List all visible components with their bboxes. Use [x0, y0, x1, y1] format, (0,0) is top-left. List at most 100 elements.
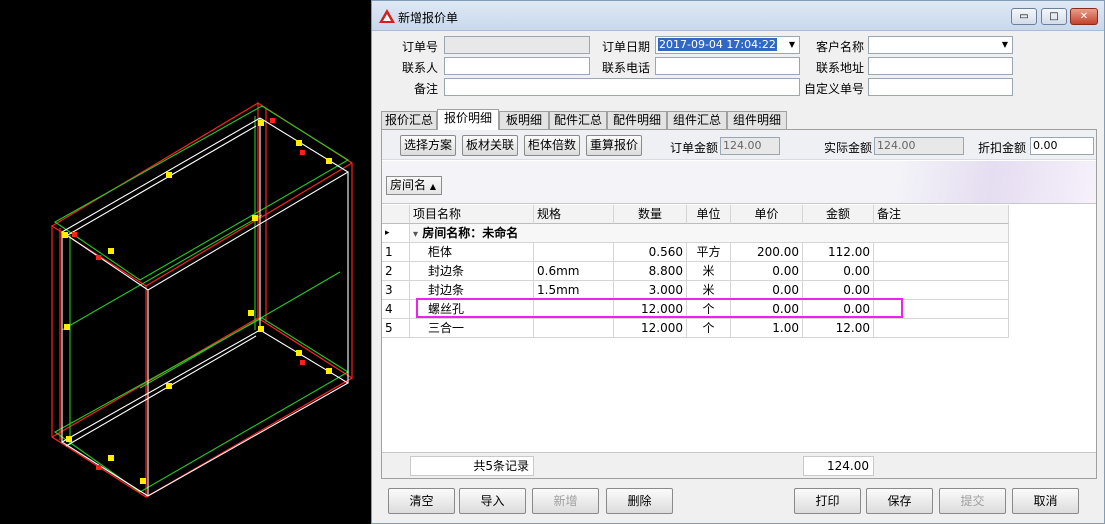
grid-header-spec[interactable]: 规格 [534, 205, 614, 224]
cell-unit[interactable]: 个 [687, 319, 731, 338]
order-date-picker[interactable]: 2017-09-04 17:04:22 ▼ [655, 36, 800, 54]
address-field[interactable] [868, 57, 1013, 75]
group-by-area: 房间名 ▲ [382, 161, 1096, 204]
grid-header-price[interactable]: 单价 [731, 205, 803, 224]
tab-fitting-summary[interactable]: 配件汇总 [549, 111, 607, 129]
cell-qty[interactable]: 8.800 [614, 262, 687, 281]
grid-header-indicator [382, 205, 410, 224]
chevron-down-icon[interactable]: ▼ [789, 37, 795, 53]
minimize-button[interactable]: ▭ [1011, 8, 1037, 25]
highlight-box [416, 298, 903, 318]
cabinet-multiple-button[interactable]: 柜体倍数 [524, 135, 580, 156]
tab-fitting-detail[interactable]: 配件明细 [607, 111, 667, 129]
grid-header-qty[interactable]: 数量 [614, 205, 687, 224]
discount-field[interactable]: 0.00 [1030, 137, 1094, 155]
customer-label: 客户名称 [815, 40, 864, 54]
cad-viewport[interactable] [0, 0, 370, 524]
app-logo-icon [379, 9, 395, 23]
cell-amount[interactable]: 112.00 [803, 243, 874, 262]
cell-amount[interactable]: 12.00 [803, 319, 874, 338]
board-link-button[interactable]: 板材关联 [462, 135, 518, 156]
custom-no-label: 自定义单号 [803, 82, 864, 96]
phone-label: 联系电话 [601, 61, 650, 75]
chevron-down-icon[interactable]: ▼ [1002, 37, 1008, 53]
contact-label: 联系人 [401, 61, 438, 75]
tab-quote-summary[interactable]: 报价汇总 [381, 111, 437, 129]
cell-price[interactable]: 1.00 [731, 319, 803, 338]
delete-button[interactable]: 删除 [606, 488, 673, 514]
cell-remark[interactable] [874, 243, 1009, 262]
window-title: 新增报价单 [398, 11, 459, 25]
cell-remark[interactable] [874, 262, 1009, 281]
phone-field[interactable] [655, 57, 800, 75]
cell-name[interactable]: 柜体 [410, 243, 534, 262]
cell-unit[interactable]: 平方 [687, 243, 731, 262]
cell-name[interactable]: 三合一 [410, 319, 534, 338]
current-row-marker: ▸ [382, 224, 410, 243]
row-number: 4 [382, 300, 410, 319]
remark-field[interactable] [444, 78, 800, 96]
quote-detail-panel: 选择方案 板材关联 柜体倍数 重算报价 订单金额 124.00 实际金额 124… [381, 129, 1097, 479]
discount-label: 折扣金额 [977, 141, 1026, 155]
order-no-label: 订单号 [401, 40, 438, 54]
tab-component-detail[interactable]: 组件明细 [727, 111, 787, 129]
group-chip-room-name[interactable]: 房间名 ▲ [386, 176, 442, 195]
order-no-field [444, 36, 590, 54]
submit-button[interactable]: 提交 [939, 488, 1006, 514]
clear-button[interactable]: 清空 [388, 488, 455, 514]
add-button[interactable]: 新增 [532, 488, 599, 514]
grid-header-unit[interactable]: 单位 [687, 205, 731, 224]
detail-toolbar: 选择方案 板材关联 柜体倍数 重算报价 订单金额 124.00 实际金额 124… [382, 130, 1096, 160]
tab-component-summary[interactable]: 组件汇总 [667, 111, 727, 129]
address-label: 联系地址 [815, 61, 864, 75]
sort-asc-icon: ▲ [429, 182, 436, 191]
cell-amount[interactable]: 0.00 [803, 262, 874, 281]
group-chip-label: 房间名 [390, 178, 427, 192]
tab-quote-detail[interactable]: 报价明细 [437, 109, 499, 130]
cell-qty[interactable]: 0.560 [614, 243, 687, 262]
cell-unit[interactable]: 米 [687, 262, 731, 281]
actual-amount-field: 124.00 [874, 137, 964, 155]
cell-name[interactable]: 封边条 [410, 262, 534, 281]
order-date-value: 2017-09-04 17:04:22 [658, 38, 777, 51]
order-amount-field: 124.00 [720, 137, 780, 155]
title-bar[interactable]: 新增报价单 ▭ □ ✕ [372, 1, 1104, 31]
remark-label: 备注 [413, 82, 438, 96]
maximize-button[interactable]: □ [1041, 8, 1067, 25]
collapse-icon[interactable]: ▾ [413, 229, 418, 240]
quote-dialog: 新增报价单 ▭ □ ✕ 订单号 订单日期 2017-09-04 17:04:22… [371, 0, 1105, 524]
actual-amount-label: 实际金额 [823, 141, 872, 155]
cell-price[interactable]: 0.00 [731, 262, 803, 281]
cabinet-wireframe [51, 101, 353, 499]
record-count: 共5条记录 [410, 456, 534, 476]
grid-footer: 共5条记录 124.00 [382, 452, 1096, 478]
contact-field[interactable] [444, 57, 590, 75]
import-button[interactable]: 导入 [459, 488, 526, 514]
cell-spec[interactable]: 0.6mm [534, 262, 614, 281]
row-number: 3 [382, 281, 410, 300]
row-number: 5 [382, 319, 410, 338]
grid-header-name[interactable]: 项目名称 [410, 205, 534, 224]
cell-price[interactable]: 200.00 [731, 243, 803, 262]
close-button[interactable]: ✕ [1070, 8, 1098, 25]
custom-no-field[interactable] [868, 78, 1013, 96]
cell-remark[interactable] [874, 319, 1009, 338]
group-row-label: 房间名称：未命名 [422, 226, 519, 240]
cell-spec[interactable] [534, 243, 614, 262]
cancel-button[interactable]: 取消 [1012, 488, 1079, 514]
print-button[interactable]: 打印 [794, 488, 861, 514]
order-amount-label: 订单金额 [669, 141, 718, 155]
grid-header-amount[interactable]: 金额 [803, 205, 874, 224]
grid-header-remark[interactable]: 备注 [874, 205, 1009, 224]
row-number: 2 [382, 262, 410, 281]
recalc-button[interactable]: 重算报价 [586, 135, 642, 156]
cell-qty[interactable]: 12.000 [614, 319, 687, 338]
group-row-room[interactable]: ▾ 房间名称：未命名 [410, 224, 1009, 243]
tab-board-detail[interactable]: 板明细 [499, 111, 549, 129]
row-number: 1 [382, 243, 410, 262]
customer-combo[interactable]: ▼ [868, 36, 1013, 54]
cell-spec[interactable] [534, 319, 614, 338]
save-button[interactable]: 保存 [866, 488, 933, 514]
total-amount: 124.00 [803, 456, 874, 476]
select-scheme-button[interactable]: 选择方案 [400, 135, 456, 156]
